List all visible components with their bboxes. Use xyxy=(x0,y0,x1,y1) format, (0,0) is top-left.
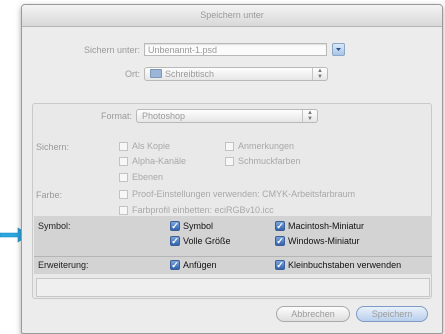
spot-colors-checkbox[interactable] xyxy=(225,157,234,166)
location-select[interactable]: Schreibtisch ▲ ▼ xyxy=(144,67,328,81)
lowercase-checkbox[interactable]: ✓ xyxy=(275,260,285,270)
section-divider xyxy=(34,256,432,257)
dialog-title: Speichern unter xyxy=(22,5,442,27)
append-extension-label: Anfügen xyxy=(183,260,217,270)
symbol-label: Symbol: xyxy=(38,221,71,231)
full-size-checkbox[interactable]: ✓ xyxy=(170,236,180,246)
expand-dialog-button[interactable] xyxy=(332,43,345,56)
filename-input[interactable]: Unbenannt-1.psd xyxy=(144,43,327,56)
icon-checkbox[interactable]: ✓ xyxy=(170,221,180,231)
windows-thumbnail-checkbox[interactable]: ✓ xyxy=(275,236,285,246)
annotations-checkbox[interactable] xyxy=(225,142,234,151)
save-options-label: Sichern: xyxy=(36,142,70,152)
layers-checkbox[interactable] xyxy=(119,173,128,182)
chevron-down-icon xyxy=(336,48,341,51)
location-label: Ort: xyxy=(125,69,140,79)
save-as-label: Sichern unter: xyxy=(83,45,140,55)
spot-colors-label: Schmuckfarben xyxy=(238,156,301,166)
annotations-label: Anmerkungen xyxy=(238,141,295,151)
macintosh-thumbnail-label: Macintosh-Miniatur xyxy=(288,221,365,231)
format-select[interactable]: Photoshop ▲ ▼ xyxy=(136,109,318,123)
format-value: Photoshop xyxy=(142,111,186,121)
updown-arrows-icon: ▲ ▼ xyxy=(302,110,317,122)
layers-label: Ebenen xyxy=(132,172,164,182)
color-label: Farbe: xyxy=(36,190,63,200)
location-value: Schreibtisch xyxy=(165,69,215,79)
save-as-dialog: Speichern unter Sichern unter: Unbenannt… xyxy=(21,4,443,334)
proof-setup-checkbox[interactable] xyxy=(119,190,128,199)
embed-profile-label: Farbprofil einbetten: eciRGBv10.icc xyxy=(132,205,274,215)
cancel-button[interactable]: Abbrechen xyxy=(276,306,350,322)
updown-arrows-icon: ▲ ▼ xyxy=(312,68,327,80)
full-size-label: Volle Größe xyxy=(183,236,231,246)
embed-profile-checkbox[interactable] xyxy=(119,206,128,215)
append-extension-checkbox[interactable]: ✓ xyxy=(170,260,180,270)
proof-setup-label: Proof-Einstellungen verwenden: CMYK-Arbe… xyxy=(132,189,356,199)
format-label: Format: xyxy=(100,111,132,121)
macintosh-thumbnail-checkbox[interactable]: ✓ xyxy=(275,221,285,231)
lowercase-label: Kleinbuchstaben verwenden xyxy=(288,260,402,270)
extension-label: Erweiterung: xyxy=(38,260,89,270)
alpha-channels-label: Alpha-Kanäle xyxy=(132,156,187,166)
icon-label: Symbol xyxy=(183,221,214,231)
folder-icon xyxy=(150,69,162,78)
warning-area xyxy=(36,278,430,297)
alpha-channels-checkbox[interactable] xyxy=(119,157,128,166)
save-button[interactable]: Speichern xyxy=(356,306,428,322)
as-copy-label: Als Kopie xyxy=(132,141,171,151)
windows-thumbnail-label: Windows-Miniatur xyxy=(288,236,360,246)
as-copy-checkbox[interactable] xyxy=(119,142,128,151)
